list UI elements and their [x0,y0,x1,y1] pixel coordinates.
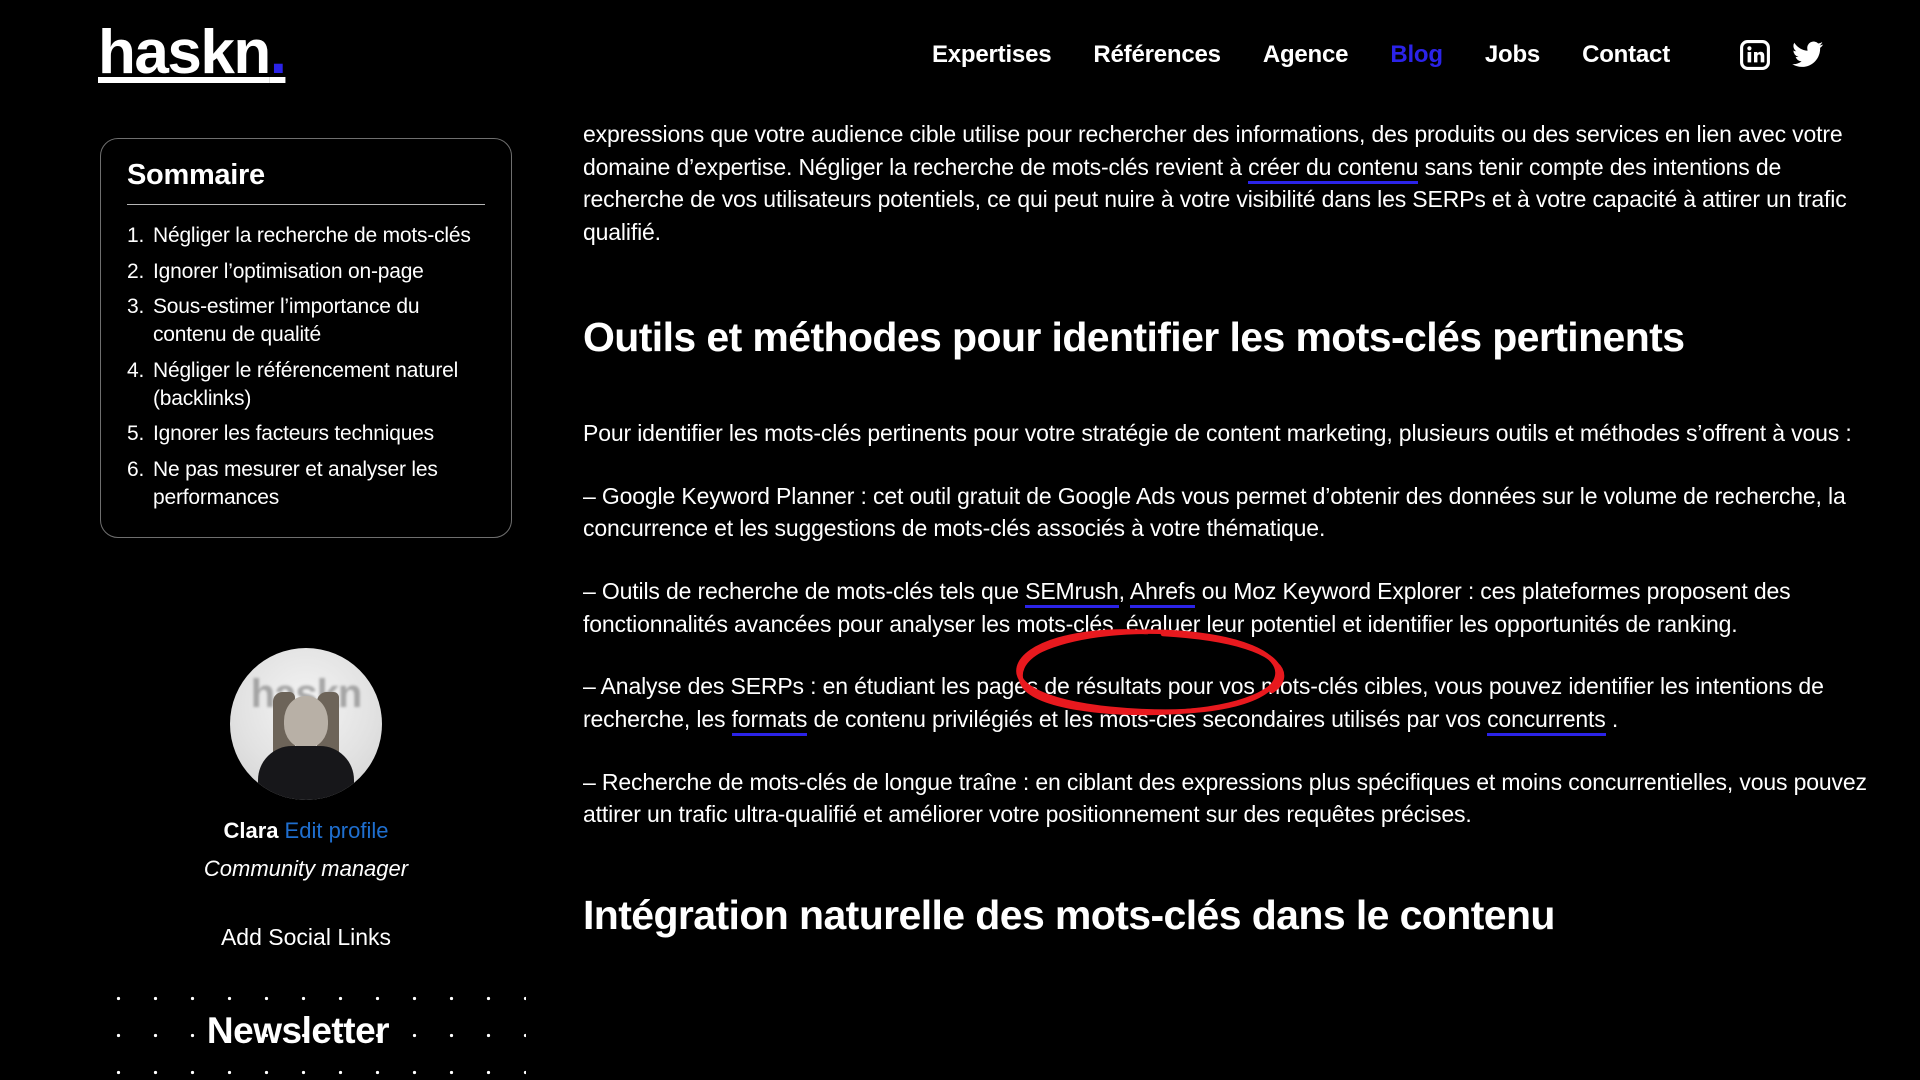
avatar-body [258,746,354,800]
toc-list: Négliger la recherche de mots-clés Ignor… [127,222,485,511]
section-heading-integration: Intégration naturelle des mots-clés dans… [583,891,1555,938]
bullet-2-text-b: , [1118,577,1130,604]
toc-item-5[interactable]: Ignorer les facteurs techniques [127,420,485,448]
keyword-link-semrush[interactable]: SEMrush [1025,577,1119,608]
bullet-1-text: – Google Keyword Planner : cet outil gra… [583,482,1846,542]
toc-item-1[interactable]: Négliger la recherche de mots-clés [127,222,485,250]
nav-item-jobs[interactable]: Jobs [1485,41,1540,69]
toc-item-3[interactable]: Sous-estimer l’importance du contenu de … [127,293,485,348]
avatar-portrait [257,692,355,800]
newsletter-block: Newsletter [0,958,560,1080]
bullet-2-text-a: – Outils de recherche de mots-clés tels … [583,577,1026,604]
edit-profile-link[interactable]: Edit profile [285,818,389,843]
author-block: haskn Clara Edit profile Community manage… [100,648,512,951]
linkedin-icon[interactable] [1740,40,1770,70]
toc-title: Sommaire [127,159,265,191]
add-social-links-button[interactable]: Add Social Links [221,924,391,951]
keyword-link-ahrefs[interactable]: Ahrefs [1129,577,1196,608]
toc-item-2[interactable]: Ignorer l’optimisation on-page [127,258,485,286]
table-of-contents-card: Sommaire Négliger la recherche de mots-c… [100,138,512,539]
sidebar: Sommaire Négliger la recherche de mots-c… [0,118,560,1080]
bullet-google-keyword-planner: – Google Keyword Planner : cet outil gra… [583,480,1873,545]
avatar[interactable]: haskn [230,648,382,800]
brand-logo-text: haskn [98,18,271,87]
nav-item-contact[interactable]: Contact [1582,41,1670,69]
keyword-link-creer-du-contenu[interactable]: créer du contenu [1248,153,1418,184]
author-name-row: Clara Edit profile [100,818,512,844]
bullet-4-text: – Recherche de mots-clés de longue traîn… [583,768,1867,828]
bullet-3-text-c: . [1605,705,1619,732]
keyword-link-concurrents[interactable]: concurrents [1487,705,1606,736]
toc-item-4[interactable]: Négliger le référencement naturel (backl… [127,357,485,412]
nav-item-expertises[interactable]: Expertises [932,41,1052,69]
toc-item-6[interactable]: Ne pas mesurer et analyser les performan… [127,456,485,511]
main-nav: Expertises Références Agence Blog Jobs C… [932,40,1824,70]
toc-divider [127,204,485,205]
bullet-3-text-b: de contenu privilégiés et les mots-clés … [807,705,1488,732]
nav-item-agence[interactable]: Agence [1263,41,1349,69]
site-header: haskn. Expertises Références Agence Blog… [0,0,1920,118]
brand-logo[interactable]: haskn. [98,22,287,84]
article-intro-paragraph: Pour identifier les mots-clés pertinents… [583,420,1852,446]
newsletter-title: Newsletter [206,1010,390,1051]
twitter-icon[interactable] [1792,41,1824,69]
avatar-head [284,696,328,748]
article-content: expressions que votre audience cible uti… [583,118,1873,1080]
social-links [1740,40,1824,70]
bullet-outils-recherche: – Outils de recherche de mots-clés tels … [583,575,1873,640]
keyword-link-formats[interactable]: formats [731,705,807,736]
article-lead-paragraph: expressions que votre audience cible uti… [583,118,1873,249]
nav-item-blog[interactable]: Blog [1390,41,1443,69]
author-role: Community manager [203,856,409,882]
section-heading-outils: Outils et méthodes pour identifier les m… [583,313,1685,360]
bullet-longue-traine: – Recherche de mots-clés de longue traîn… [583,766,1873,831]
brand-logo-dot: . [269,18,287,87]
author-name: Clara [223,818,279,843]
nav-item-references[interactable]: Références [1093,41,1221,69]
bullet-analyse-serps: – Analyse des SERPs : en étudiant les pa… [583,670,1873,736]
